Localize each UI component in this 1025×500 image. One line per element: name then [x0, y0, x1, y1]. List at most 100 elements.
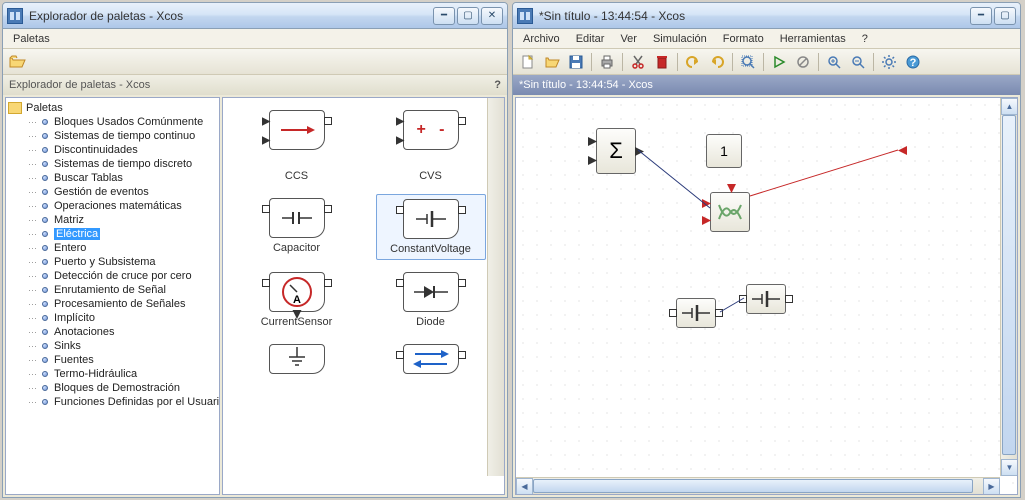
block-icon — [269, 344, 325, 374]
scrollbar-horizontal[interactable]: ◀ ▶ — [516, 477, 1000, 494]
stop-button[interactable] — [792, 51, 814, 73]
bullet-icon — [42, 147, 48, 153]
scroll-down-button[interactable]: ▼ — [1001, 459, 1018, 476]
tree-item-label: Matriz — [54, 214, 84, 226]
scroll-up-button[interactable]: ▲ — [1001, 98, 1018, 115]
open-button[interactable] — [7, 51, 29, 73]
tree-item-label: Procesamiento de Señales — [54, 298, 185, 310]
tree-item[interactable]: ⋯Puerto y Subsistema — [8, 255, 217, 269]
help-button[interactable]: ? — [494, 79, 501, 91]
palette-item[interactable] — [376, 340, 486, 378]
tree-item-label: Bloques de Demostración — [54, 382, 180, 394]
palette-item[interactable] — [242, 340, 352, 378]
menu-herramientas[interactable]: Herramientas — [774, 31, 852, 47]
tree-item[interactable]: ⋯Fuentes — [8, 353, 217, 367]
diagram-canvas[interactable]: Σ 1 — [515, 97, 1018, 495]
redo-button[interactable] — [706, 51, 728, 73]
delete-button[interactable] — [651, 51, 673, 73]
help-button[interactable]: ? — [902, 51, 924, 73]
constantvoltage-block-1[interactable] — [676, 298, 716, 328]
tree-item[interactable]: ⋯Sistemas de tiempo discreto — [8, 157, 217, 171]
titlebar[interactable]: *Sin título - 13:44:54 - Xcos ━ ▢ — [513, 3, 1020, 29]
tree-item-label: Eléctrica — [54, 228, 100, 240]
xcos-icon — [517, 8, 533, 24]
constantvoltage-block-2[interactable] — [746, 284, 786, 314]
menu-editar[interactable]: Editar — [570, 31, 611, 47]
print-button[interactable] — [596, 51, 618, 73]
scroll-right-button[interactable]: ▶ — [983, 478, 1000, 495]
scrollbar-vertical[interactable] — [487, 98, 504, 476]
tree-item[interactable]: ⋯Discontinuidades — [8, 143, 217, 157]
zoom-out-button[interactable] — [847, 51, 869, 73]
menu-formato[interactable]: Formato — [717, 31, 770, 47]
close-button[interactable]: ✕ — [481, 7, 503, 25]
palette-item[interactable]: CVS — [376, 166, 486, 186]
palette-item[interactable]: + - — [376, 106, 486, 158]
tree-root[interactable]: Paletas — [8, 101, 217, 115]
maximize-button[interactable]: ▢ — [457, 7, 479, 25]
tree-item[interactable]: ⋯Funciones Definidas por el Usuario — [8, 395, 217, 409]
run-button[interactable] — [768, 51, 790, 73]
scope-block[interactable] — [710, 192, 750, 232]
tree-item[interactable]: ⋯Buscar Tablas — [8, 171, 217, 185]
xcos-icon — [7, 8, 23, 24]
palette-item-diode[interactable]: Diode — [376, 268, 486, 332]
menu-simulacion[interactable]: Simulación — [647, 31, 713, 47]
menu-archivo[interactable]: Archivo — [517, 31, 566, 47]
palette-item-currentsensor[interactable]: A CurrentSensor — [242, 268, 352, 332]
palette-item-capacitor[interactable]: Capacitor — [242, 194, 352, 260]
scroll-left-button[interactable]: ◀ — [516, 478, 533, 495]
tree-item[interactable]: ⋯Bloques Usados Comúnmente — [8, 115, 217, 129]
tree-item[interactable]: ⋯Eléctrica — [8, 227, 217, 241]
palette-tree[interactable]: Paletas ⋯Bloques Usados Comúnmente⋯Siste… — [5, 97, 220, 495]
undo-button[interactable] — [682, 51, 704, 73]
tree-item[interactable]: ⋯Entero — [8, 241, 217, 255]
tree-item[interactable]: ⋯Enrutamiento de Señal — [8, 283, 217, 297]
zoom-in-button[interactable] — [823, 51, 845, 73]
titlebar[interactable]: Explorador de paletas - Xcos ━ ▢ ✕ — [3, 3, 507, 29]
minimize-button[interactable]: ━ — [433, 7, 455, 25]
tree-item[interactable]: ⋯Sistemas de tiempo continuo — [8, 129, 217, 143]
maximize-button[interactable]: ▢ — [994, 7, 1016, 25]
minimize-button[interactable]: ━ — [970, 7, 992, 25]
tree-item[interactable]: ⋯Gestión de eventos — [8, 185, 217, 199]
tree-item[interactable]: ⋯Operaciones matemáticas — [8, 199, 217, 213]
palette-item[interactable] — [242, 106, 352, 158]
palette-item-constantvoltage[interactable]: ConstantVoltage — [376, 194, 486, 260]
scope-icon — [715, 197, 745, 227]
tree-item-label: Funciones Definidas por el Usuario — [54, 396, 220, 408]
tree-item[interactable]: ⋯Bloques de Demostración — [8, 381, 217, 395]
tree-item-label: Buscar Tablas — [54, 172, 123, 184]
unconnected-port[interactable] — [898, 146, 908, 156]
fit-button[interactable] — [737, 51, 759, 73]
open-button[interactable] — [541, 51, 563, 73]
tree-item[interactable]: ⋯Matriz — [8, 213, 217, 227]
tree-item[interactable]: ⋯Sinks — [8, 339, 217, 353]
scrollbar-vertical[interactable]: ▲ ▼ — [1000, 98, 1017, 476]
bullet-icon — [42, 231, 48, 237]
tree-item[interactable]: ⋯Implícito — [8, 311, 217, 325]
block-icon: + - — [403, 110, 459, 150]
scroll-thumb[interactable] — [1002, 115, 1016, 455]
bullet-icon — [42, 357, 48, 363]
new-button[interactable] — [517, 51, 539, 73]
tree-item[interactable]: ⋯Anotaciones — [8, 325, 217, 339]
bullet-icon — [42, 273, 48, 279]
sum-block[interactable]: Σ — [596, 128, 636, 174]
palette-item[interactable]: CCS — [242, 166, 352, 186]
tree-item[interactable]: ⋯Detección de cruce por cero — [8, 269, 217, 283]
const-block[interactable]: 1 — [706, 134, 742, 168]
window-title: Explorador de paletas - Xcos — [29, 9, 433, 23]
menu-help[interactable]: ? — [856, 31, 874, 47]
menu-palettes[interactable]: Paletas — [7, 31, 56, 47]
palette-grid-panel[interactable]: + - CCS CVS — [222, 97, 505, 495]
bullet-icon — [42, 161, 48, 167]
bullet-icon — [42, 343, 48, 349]
scroll-thumb[interactable] — [533, 479, 973, 493]
tree-item[interactable]: ⋯Termo-Hidráulica — [8, 367, 217, 381]
settings-button[interactable] — [878, 51, 900, 73]
cut-button[interactable] — [627, 51, 649, 73]
tree-item[interactable]: ⋯Procesamiento de Señales — [8, 297, 217, 311]
menu-ver[interactable]: Ver — [614, 31, 643, 47]
save-button[interactable] — [565, 51, 587, 73]
